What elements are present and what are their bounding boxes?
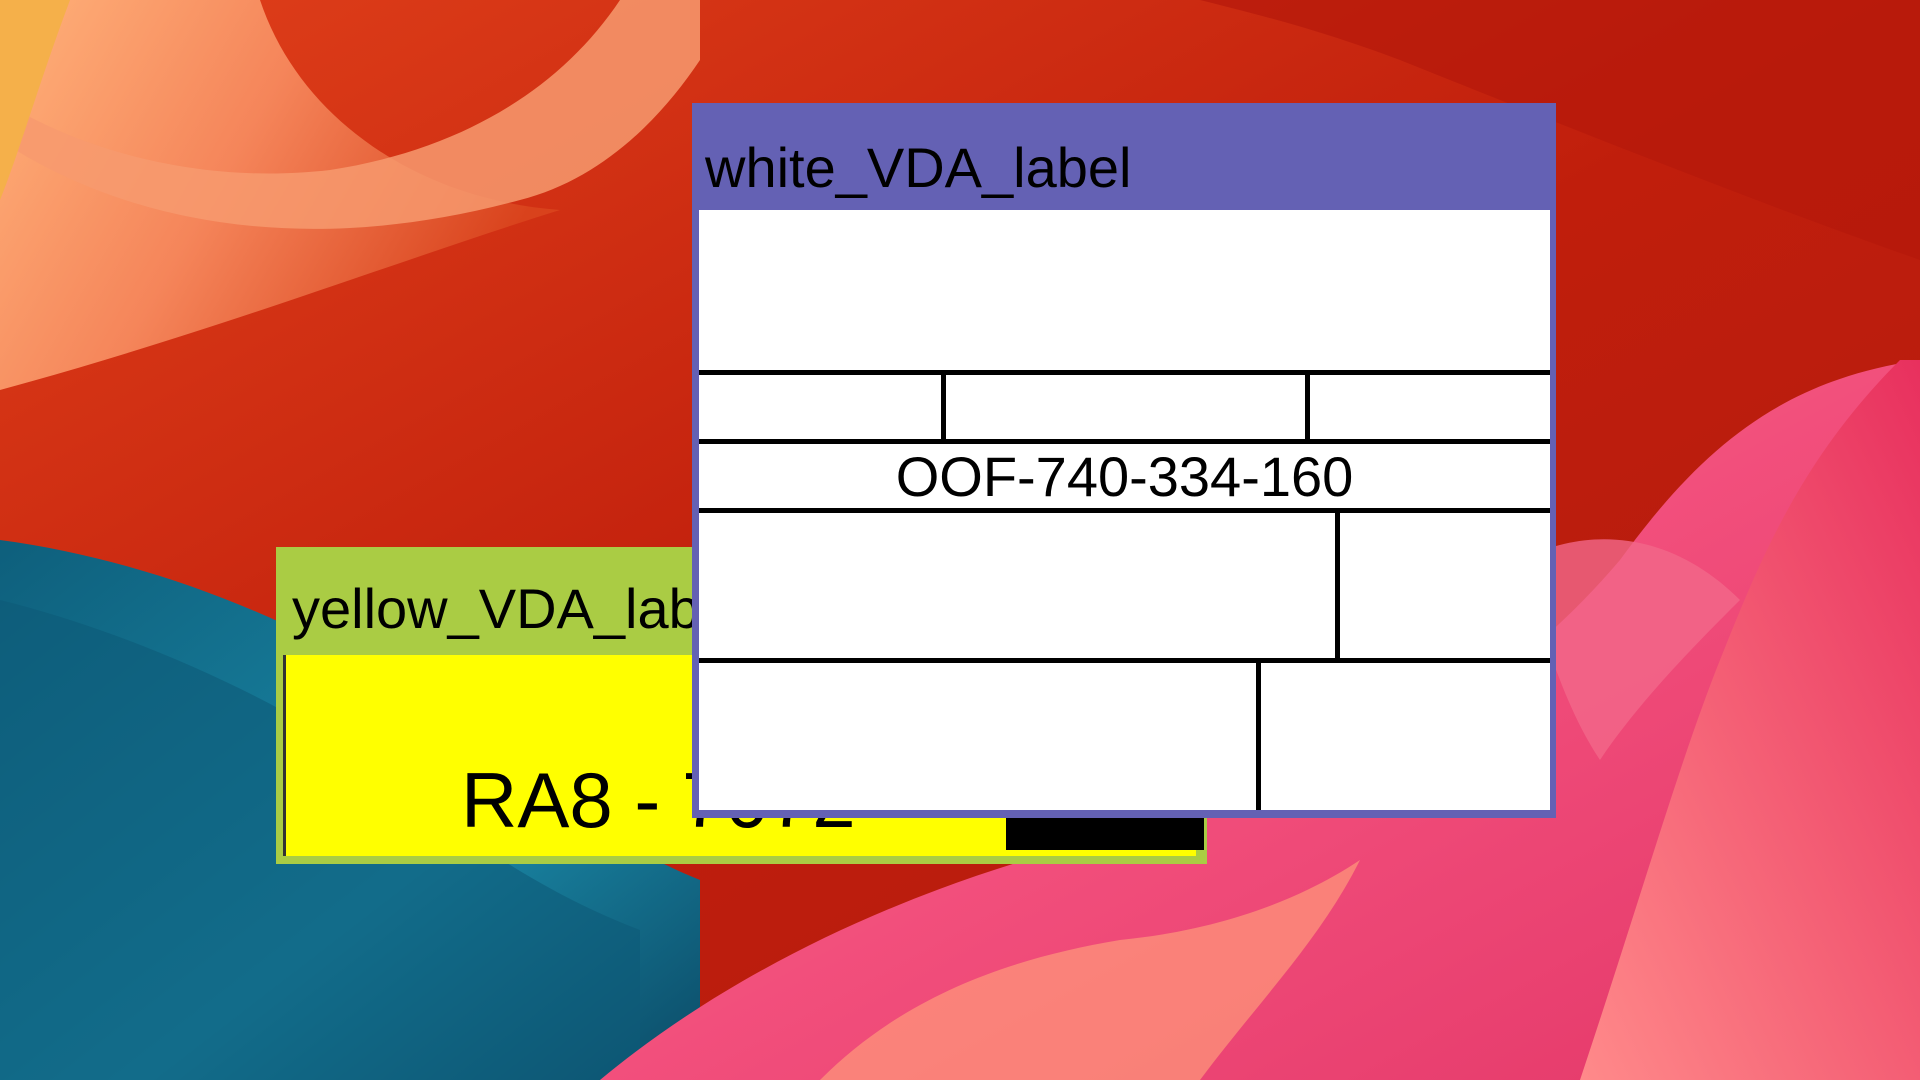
grid-line <box>1335 508 1340 663</box>
label-preview: OOF-740-334-160 <box>699 210 1550 810</box>
window-title[interactable]: white_VDA_label <box>692 103 1556 206</box>
white-vda-label-window[interactable]: white_VDA_label OOF-740-334-160 <box>692 103 1556 818</box>
label-code: OOF-740-334-160 <box>895 445 1354 508</box>
grid-line <box>941 370 946 444</box>
grid-line <box>699 658 1550 663</box>
grid-line <box>1305 370 1310 444</box>
grid-line <box>699 439 1550 444</box>
grid-line <box>699 370 1550 375</box>
grid-line <box>1256 658 1261 810</box>
grid-line <box>699 508 1550 513</box>
